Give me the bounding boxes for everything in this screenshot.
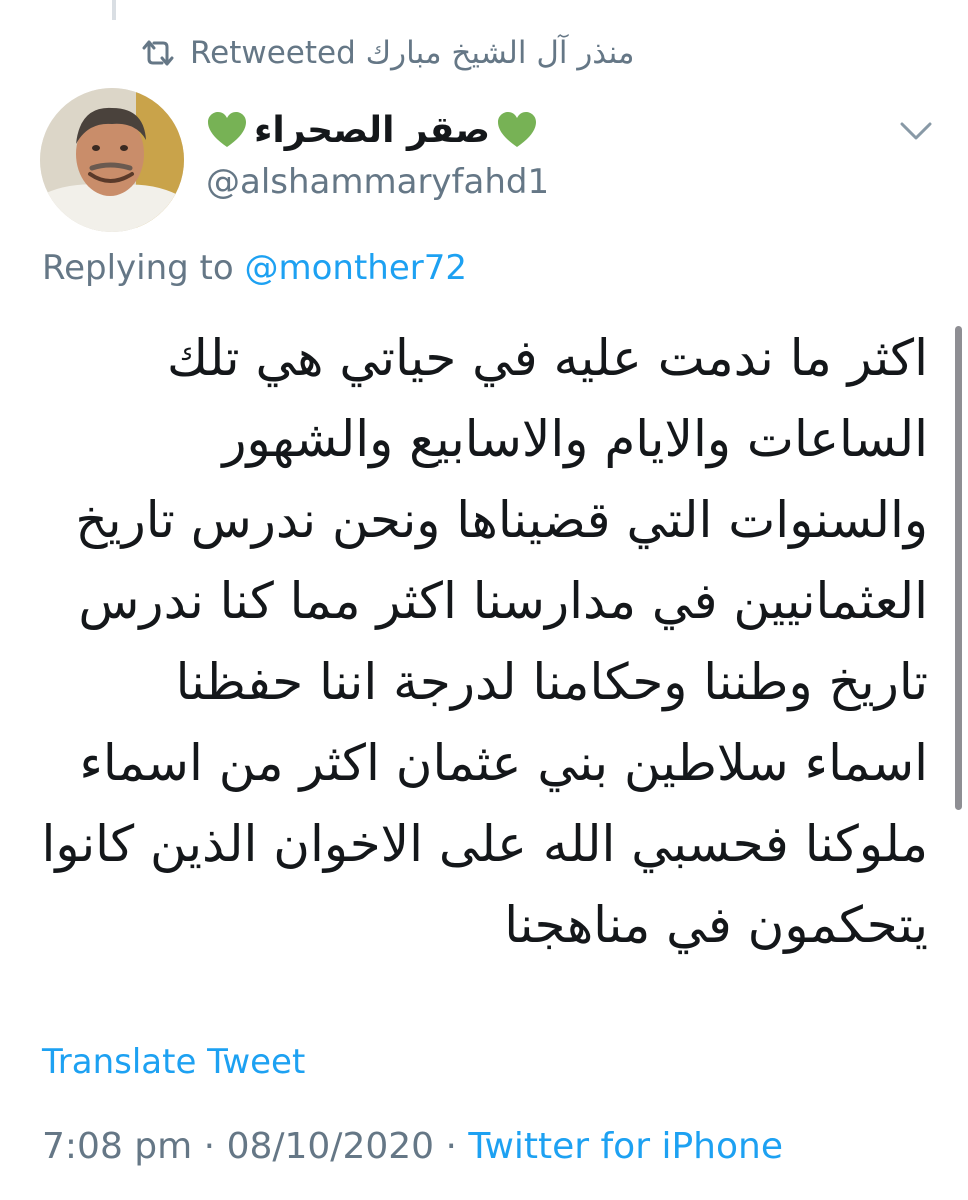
chevron-down-icon[interactable] bbox=[896, 114, 936, 150]
author-header: صقر الصحراء @alshammaryfahd1 bbox=[206, 102, 549, 203]
tweet-line: يتحكمون في مناهجنا bbox=[504, 896, 928, 954]
scrollbar[interactable] bbox=[955, 326, 962, 810]
display-name-row[interactable]: صقر الصحراء bbox=[206, 102, 549, 158]
green-heart-icon bbox=[206, 110, 248, 150]
thread-connector-line bbox=[112, 0, 116, 20]
tweet-source-link[interactable]: Twitter for iPhone bbox=[468, 1126, 783, 1167]
retweet-banner[interactable]: منذر آل الشيخ مبارك Retweeted bbox=[140, 28, 635, 78]
tweet-meta: 7:08 pm · 08/10/2020 · Twitter for iPhon… bbox=[42, 1126, 783, 1167]
retweet-text: منذر آل الشيخ مبارك Retweeted bbox=[190, 35, 635, 71]
tweet-line: ملوكنا فحسبي الله على الاخوان الذين كانو… bbox=[41, 815, 928, 873]
avatar[interactable] bbox=[40, 88, 184, 232]
tweet-line: تاريخ وطننا وحكامنا لدرجة اننا حفظنا bbox=[175, 653, 928, 711]
tweet-date: 08/10/2020 bbox=[226, 1126, 435, 1167]
tweet-text: اكثر ما ندمت عليه في حياتي هي تلك الساعا… bbox=[36, 318, 928, 966]
replying-to-label: Replying to bbox=[42, 248, 234, 288]
tweet-line: اكثر ما ندمت عليه في حياتي هي تلك bbox=[166, 329, 928, 387]
tweet-line: العثمانيين في مدارسنا اكثر مما كنا ندرس bbox=[78, 572, 928, 630]
display-name: صقر الصحراء bbox=[254, 109, 491, 151]
tweet-line: والسنوات التي قضيناها ونحن ندرس تاريخ bbox=[75, 491, 928, 549]
replying-to: Replying to @monther72 bbox=[42, 248, 467, 288]
tweet-line: الساعات والايام والاسابيع والشهور bbox=[222, 410, 928, 468]
translate-tweet-link[interactable]: Translate Tweet bbox=[42, 1042, 305, 1082]
meta-separator: · bbox=[192, 1126, 227, 1167]
reply-mention-link[interactable]: @monther72 bbox=[245, 248, 468, 288]
retweet-icon bbox=[140, 39, 176, 67]
user-handle[interactable]: @alshammaryfahd1 bbox=[206, 162, 549, 202]
green-heart-icon bbox=[496, 110, 538, 150]
tweet-time: 7:08 pm bbox=[42, 1126, 193, 1167]
meta-separator: · bbox=[434, 1126, 469, 1167]
tweet-line: اسماء سلاطين بني عثمان اكثر من اسماء bbox=[79, 734, 928, 792]
